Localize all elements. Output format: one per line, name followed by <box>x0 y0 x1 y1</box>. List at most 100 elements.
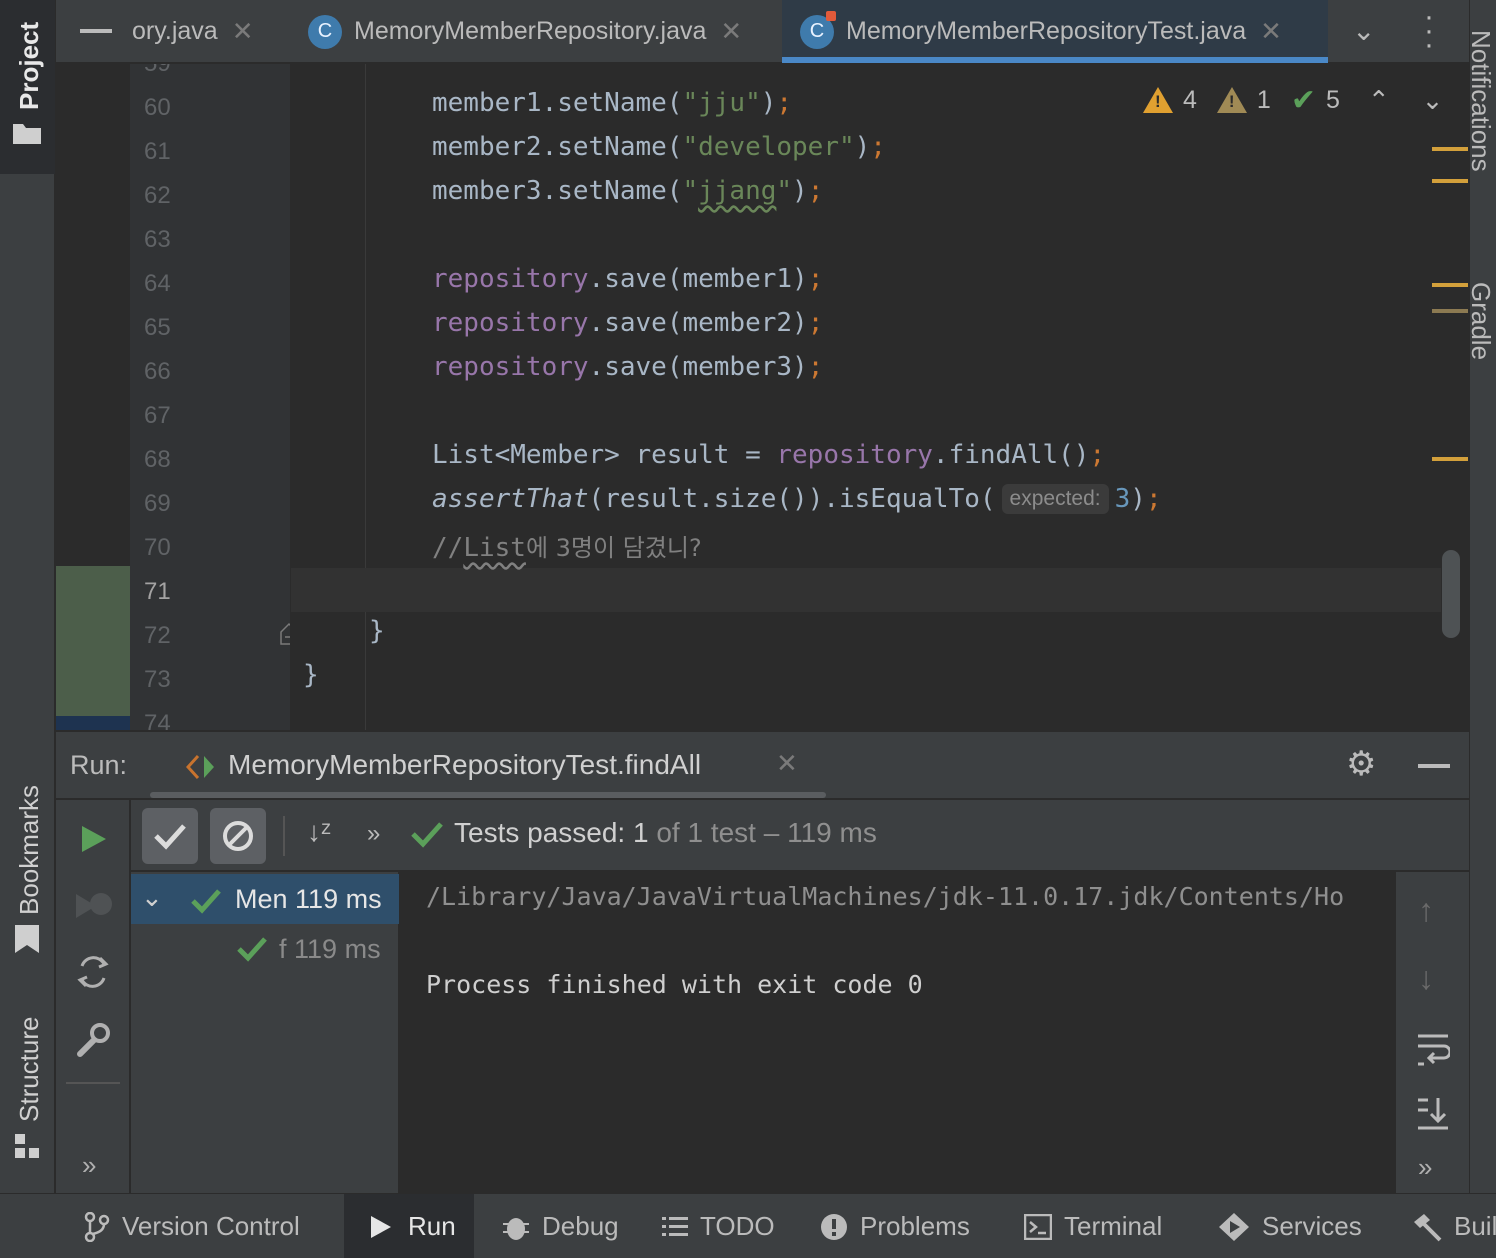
terminal-tool-button[interactable]: Terminal <box>1024 1194 1204 1258</box>
line-number: 68 <box>144 446 171 473</box>
tab-repository[interactable]: ory.java ✕ <box>132 0 292 63</box>
status-label: Run <box>408 1211 456 1241</box>
problems-tool-button[interactable]: Problems <box>820 1194 1000 1258</box>
wrench-icon[interactable] <box>76 1022 110 1058</box>
close-icon[interactable]: ✕ <box>720 16 742 47</box>
console-output[interactable]: /Library/Java/JavaVirtualMachines/jdk-11… <box>400 872 1395 1193</box>
tabs-dropdown-icon[interactable]: ⌄ <box>1352 14 1375 47</box>
code-line-72: } <box>369 616 385 646</box>
version-control-button[interactable]: Version Control <box>84 1194 334 1258</box>
warning-marker[interactable] <box>1432 179 1468 183</box>
more-options-icon[interactable]: · · · <box>1422 2 1436 60</box>
tab-memory-member-repository[interactable]: C MemoryMemberRepository.java ✕ <box>308 0 778 63</box>
tree-item-method[interactable]: f 119 ms <box>279 934 381 965</box>
tab-scrollbar[interactable] <box>150 792 826 798</box>
line-number: 73 <box>144 666 171 693</box>
hammer-icon <box>1414 1213 1442 1241</box>
run-side-toolbar: » <box>56 800 130 1193</box>
editor-left-margin <box>56 64 130 566</box>
tab-memory-member-repository-test[interactable]: C MemoryMemberRepositoryTest.java ✕ <box>782 0 1328 63</box>
notifications-label[interactable]: Notifications <box>1470 30 1496 172</box>
console-line: Process finished with exit code 0 <box>426 970 923 999</box>
status-label: Terminal <box>1064 1211 1163 1241</box>
warning-marker[interactable] <box>1432 457 1468 461</box>
line-number: 63 <box>144 226 171 253</box>
fold-end-icon[interactable] <box>280 622 290 646</box>
inspection-widget[interactable]: ! 4 ! 1 ✔ 5 ⌃ ⌄ <box>1143 80 1443 120</box>
next-highlight-icon[interactable]: ⌄ <box>1422 85 1444 116</box>
passed-icon <box>237 937 267 962</box>
changed-lines-marker <box>56 566 130 716</box>
more-actions-icon[interactable]: » <box>367 820 380 848</box>
line-number: 72 <box>144 622 171 649</box>
more-tools-icon[interactable]: » <box>82 1150 96 1181</box>
close-icon[interactable]: ✕ <box>232 16 254 47</box>
code-line-60: member1.setName("jju"); <box>432 88 793 118</box>
status-label: Debug <box>542 1211 619 1241</box>
code-line-70: //List에 3명이 담겼니? <box>432 533 702 563</box>
code-line-66: repository.save(member3); <box>432 352 824 382</box>
gear-icon[interactable]: ⚙ <box>1346 744 1376 784</box>
divider <box>66 1082 120 1084</box>
more-tools-icon[interactable]: » <box>1418 1152 1432 1183</box>
console-line: /Library/Java/JavaVirtualMachines/jdk-11… <box>426 882 1345 911</box>
test-status: Tests passed: 1 of 1 test – 119 ms <box>454 817 877 848</box>
close-icon[interactable]: ✕ <box>776 748 798 779</box>
line-number: 65 <box>144 314 171 341</box>
debug-tool-button[interactable]: Debug <box>502 1194 632 1258</box>
up-arrow-icon[interactable]: ↑ <box>1418 892 1434 929</box>
run-label: Run: <box>70 750 128 780</box>
line-number: 61 <box>144 138 171 165</box>
line-number: 70 <box>144 534 171 561</box>
warning-circle-icon <box>821 1213 847 1240</box>
todo-tool-button[interactable]: TODO <box>662 1194 792 1258</box>
line-number: 60 <box>144 94 171 121</box>
bug-icon <box>503 1217 529 1240</box>
warning-icon: ! <box>1143 87 1173 113</box>
run-panel-header: Run: MemoryMemberRepositoryTest.findAll … <box>56 731 1469 799</box>
play-icon <box>371 1215 391 1238</box>
gradle-label[interactable]: Gradle <box>1470 282 1496 360</box>
build-tool-button[interactable]: Buil <box>1410 1194 1496 1258</box>
line-number: 66 <box>144 358 171 385</box>
previous-highlight-icon[interactable]: ⌃ <box>1368 85 1390 116</box>
show-passed-toggle[interactable] <box>142 808 198 864</box>
services-tool-button[interactable]: Services <box>1218 1194 1398 1258</box>
line-number-current: 71 <box>144 578 171 605</box>
bookmark-icon <box>15 925 39 953</box>
down-arrow-icon[interactable]: ↓ <box>1418 960 1434 997</box>
editor-scrollbar[interactable] <box>1442 550 1460 638</box>
structure-tool-button[interactable]: Structure <box>0 1000 55 1170</box>
close-icon[interactable]: ✕ <box>1260 16 1282 47</box>
status-label: TODO <box>700 1211 775 1241</box>
warning-marker[interactable] <box>1432 283 1468 287</box>
expand-icon[interactable]: ⌄ <box>141 882 163 913</box>
warning-marker[interactable] <box>1432 147 1468 151</box>
project-tool-button[interactable]: Project <box>0 0 55 174</box>
structure-icon <box>15 1134 39 1158</box>
soft-wrap-icon[interactable] <box>1416 1032 1450 1066</box>
status-label: Problems <box>860 1211 970 1241</box>
check-icon: ✔ <box>1290 83 1316 117</box>
show-ignored-toggle[interactable] <box>210 808 266 864</box>
hide-panel-icon[interactable] <box>1418 764 1450 768</box>
weak-warning-marker[interactable] <box>1432 309 1468 313</box>
toggle-auto-test-icon[interactable] <box>76 954 110 990</box>
structure-label: Structure <box>14 1016 44 1123</box>
rerun-failed-icon[interactable] <box>74 888 114 924</box>
run-config-tab[interactable]: MemoryMemberRepositoryTest.findAll <box>228 749 701 781</box>
rerun-icon[interactable] <box>80 824 108 854</box>
test-class-icon: C <box>800 10 836 49</box>
sort-alpha-icon[interactable]: ↓ᶻ <box>307 816 331 848</box>
tree-item-class[interactable]: Men 119 ms <box>235 884 382 915</box>
test-tree: ⌄ Men 119 ms f 119 ms <box>131 872 399 1193</box>
class-icon: C <box>308 14 342 49</box>
right-tool-strip: Notifications Gradle <box>1469 0 1496 1193</box>
scroll-to-end-icon[interactable] <box>1416 1096 1450 1130</box>
minimize-icon[interactable] <box>80 29 112 33</box>
ignored-icon <box>223 821 253 851</box>
bookmarks-tool-button[interactable]: Bookmarks <box>0 775 55 965</box>
test-toolbar: ↓ᶻ » Tests passed: 1 of 1 test – 119 ms <box>131 800 1469 870</box>
run-tool-button[interactable]: Run <box>344 1194 474 1258</box>
line-number: 74 <box>144 710 171 730</box>
